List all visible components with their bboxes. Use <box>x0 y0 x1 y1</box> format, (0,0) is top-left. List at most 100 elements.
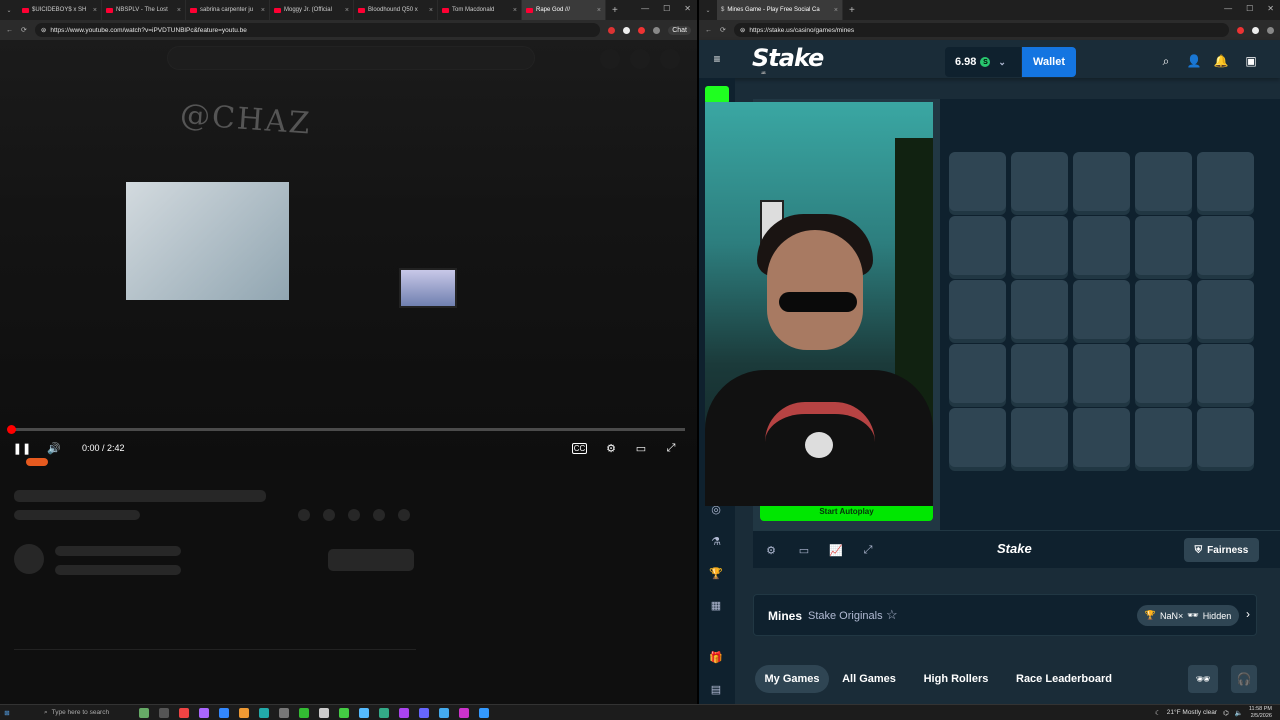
max-win-pill[interactable]: 🏆 NaN× 🕶 Hidden <box>1137 605 1239 626</box>
mine-tile[interactable] <box>1073 216 1130 275</box>
close-icon[interactable]: × <box>261 7 265 14</box>
clock[interactable]: 11:58 PM 2/5/2026 <box>1249 706 1272 720</box>
url-field[interactable]: ⊜ https://stake.us/casino/games/mines <box>733 23 1229 37</box>
tab-5[interactable]: Bloodhound Q50 x × <box>354 0 438 20</box>
headset-icon[interactable]: 🎧 <box>1231 665 1257 693</box>
tab-3[interactable]: sabrina carpenter ju × <box>186 0 270 20</box>
chevron-right-icon[interactable]: › <box>1246 607 1250 621</box>
app-icon[interactable] <box>179 707 189 718</box>
tab-7-active[interactable]: Rape God /// × <box>522 0 606 20</box>
captions-icon[interactable]: CC <box>572 443 587 454</box>
app-icon[interactable] <box>359 707 369 718</box>
profile-icon[interactable] <box>1267 26 1274 34</box>
windows-start-icon[interactable]: ⊞ <box>0 709 14 717</box>
mine-tile[interactable] <box>1135 344 1192 403</box>
extension-icon[interactable] <box>1237 26 1244 34</box>
app-icon[interactable] <box>379 707 389 718</box>
balance-selector[interactable]: 6.98 S ⌄ <box>945 47 1021 77</box>
taskbar-search[interactable]: ⌕ Type here to search <box>14 706 134 720</box>
site-info-icon[interactable]: ⊜ <box>740 26 745 34</box>
app-icon[interactable] <box>319 707 329 718</box>
user-icon[interactable]: 👤 <box>1187 54 1202 68</box>
mine-tile[interactable] <box>949 216 1006 275</box>
grid-icon[interactable]: ▦ <box>709 598 723 612</box>
site-info-icon[interactable]: ⊜ <box>41 26 46 34</box>
stats-icon[interactable]: 📈 <box>829 543 843 557</box>
search-icon[interactable]: ⌕ <box>1159 54 1173 68</box>
close-icon[interactable]: × <box>177 7 181 14</box>
tab-race-leaderboard[interactable]: Race Leaderboard <box>1001 665 1127 693</box>
mine-tile[interactable] <box>1011 152 1068 211</box>
video-player[interactable]: @CHAZ <box>0 40 697 470</box>
mine-tile[interactable] <box>1197 280 1254 339</box>
url-field[interactable]: ⊜ https://www.youtube.com/watch?v=iPVDTU… <box>34 23 601 37</box>
tab-high-rollers[interactable]: High Rollers <box>913 665 999 693</box>
mine-tile[interactable] <box>949 344 1006 403</box>
youtube-search-bar[interactable] <box>167 46 535 70</box>
mine-tile[interactable] <box>1073 344 1130 403</box>
theatre-icon[interactable]: ▭ <box>797 543 811 557</box>
flask-icon[interactable]: ⚗ <box>709 534 723 548</box>
mine-tile[interactable] <box>1135 408 1192 467</box>
tab-6[interactable]: Tom Macdonald × <box>438 0 522 20</box>
mine-tile[interactable] <box>1197 152 1254 211</box>
app-icon[interactable] <box>399 707 409 718</box>
tab-4[interactable]: Moggy Jr. (Official × <box>270 0 354 20</box>
reload-icon[interactable]: ⟳ <box>720 26 726 34</box>
maximize-icon[interactable]: ☐ <box>663 4 670 13</box>
menu-icon[interactable]: ≡ <box>710 52 724 66</box>
mine-tile[interactable] <box>1073 408 1130 467</box>
app-icon[interactable] <box>479 707 489 718</box>
mine-tile[interactable] <box>1073 152 1130 211</box>
gift-icon[interactable]: 🎁 <box>709 650 723 664</box>
app-icon[interactable] <box>219 707 229 718</box>
video-scrubber-knob[interactable] <box>7 425 16 434</box>
settings-gear-icon[interactable]: ⚙ <box>603 440 619 456</box>
extension-icon[interactable] <box>623 26 631 34</box>
new-tab-button[interactable]: + <box>843 5 861 16</box>
close-icon[interactable]: × <box>834 7 838 14</box>
app-icon[interactable] <box>299 707 309 718</box>
app-icon[interactable] <box>339 707 349 718</box>
mine-tile[interactable] <box>949 280 1006 339</box>
mine-tile[interactable] <box>949 152 1006 211</box>
stake-logo[interactable]: Stake .us <box>752 44 824 75</box>
close-window-icon[interactable]: ✕ <box>1267 4 1274 13</box>
app-icon[interactable] <box>439 707 449 718</box>
document-icon[interactable]: ▤ <box>709 682 723 696</box>
create-icon[interactable] <box>600 49 620 69</box>
close-window-icon[interactable]: ✕ <box>684 4 691 13</box>
account-icon[interactable] <box>660 49 680 69</box>
chat-button[interactable]: Chat <box>668 25 691 35</box>
mine-tile[interactable] <box>1197 216 1254 275</box>
tab-list-icon[interactable]: ⌄ <box>699 7 717 14</box>
extension-icon[interactable] <box>1252 26 1259 34</box>
minimize-icon[interactable]: — <box>641 4 649 13</box>
mine-tile[interactable] <box>1011 344 1068 403</box>
app-icon[interactable] <box>259 707 269 718</box>
live-stats-icon[interactable]: ⤢ <box>861 543 875 557</box>
extension-icon[interactable] <box>638 26 646 34</box>
back-icon[interactable]: ← <box>705 27 712 34</box>
close-icon[interactable]: × <box>93 7 97 14</box>
reload-icon[interactable]: ⟳ <box>21 26 27 34</box>
close-icon[interactable]: × <box>513 7 517 14</box>
extension-icon[interactable] <box>608 26 616 34</box>
tab-1[interactable]: $UICIDEBOY$ x SH × <box>18 0 102 20</box>
mine-tile[interactable] <box>1011 408 1068 467</box>
mine-tile[interactable] <box>1011 280 1068 339</box>
close-icon[interactable]: × <box>597 7 601 14</box>
mine-tile[interactable] <box>1011 216 1068 275</box>
settings-gear-icon[interactable]: ⚙ <box>764 543 778 557</box>
theater-mode-icon[interactable]: ▭ <box>633 440 649 456</box>
tab-my-games[interactable]: My Games <box>755 665 829 693</box>
fairness-button[interactable]: ⛨ Fairness <box>1184 538 1259 562</box>
app-icon[interactable] <box>459 707 469 718</box>
trophy-icon[interactable]: 🏆 <box>709 566 723 580</box>
mine-tile[interactable] <box>1135 280 1192 339</box>
volume-icon[interactable]: 🔊 <box>46 440 62 456</box>
bell-icon[interactable]: 🔔 <box>1214 54 1229 68</box>
app-icon[interactable] <box>159 707 169 718</box>
app-icon[interactable] <box>199 707 209 718</box>
maximize-icon[interactable]: ☐ <box>1246 4 1253 13</box>
